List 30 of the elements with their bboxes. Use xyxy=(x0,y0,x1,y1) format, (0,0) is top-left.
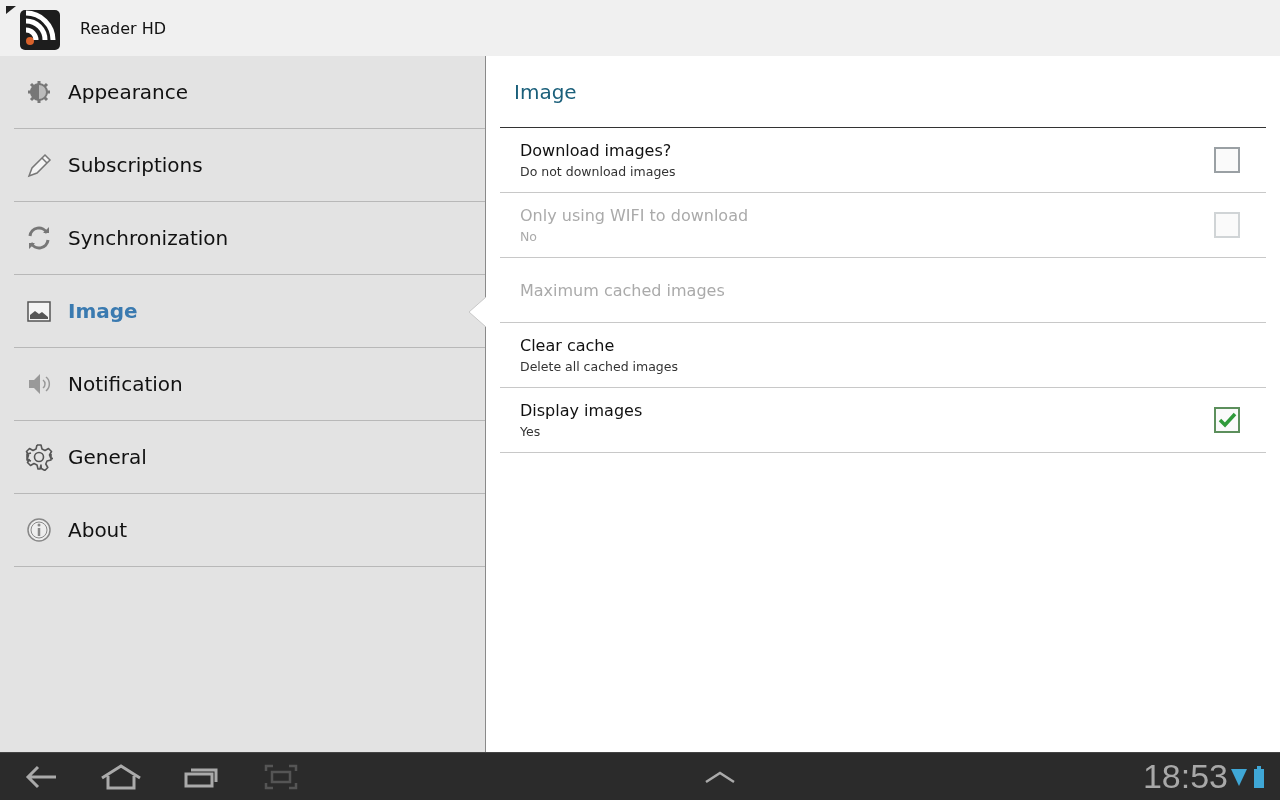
wifi-icon xyxy=(1230,766,1248,787)
sidebar-item[interactable]: About xyxy=(14,494,485,567)
appearance-icon xyxy=(25,78,53,106)
settings-icon xyxy=(25,443,53,471)
caret-up-icon[interactable] xyxy=(704,769,737,784)
sidebar-item[interactable]: Subscriptions xyxy=(14,129,485,202)
sidebar-item[interactable]: Image xyxy=(14,275,485,348)
setting-title: Clear cache xyxy=(520,336,616,355)
sidebar-item[interactable]: General xyxy=(14,421,485,494)
setting-title: Download images? xyxy=(520,141,673,160)
app-title: Reader HD xyxy=(80,18,167,38)
setting-title: Only using WIFI to download xyxy=(520,206,750,225)
setting-summary: Yes xyxy=(520,424,542,439)
sidebar-item[interactable]: Appearance xyxy=(14,56,485,129)
checkbox[interactable] xyxy=(1214,407,1240,433)
setting-summary: No xyxy=(520,229,538,244)
rss-logo-icon xyxy=(6,6,60,50)
setting-summary: Do not download images xyxy=(520,164,677,179)
checkbox[interactable] xyxy=(1214,147,1240,173)
setting-title: Maximum cached images xyxy=(520,280,726,300)
section-title: Image xyxy=(500,56,1266,128)
sidebar-item[interactable]: Synchronization xyxy=(14,202,485,275)
info-icon xyxy=(25,516,53,544)
sidebar-item[interactable]: Notification xyxy=(14,348,485,421)
setting-summary: Delete all cached images xyxy=(520,359,679,374)
battery-icon xyxy=(1254,765,1264,788)
pencil-icon xyxy=(25,151,53,179)
clock-time: 18:53 xyxy=(1142,757,1228,796)
setting-title: Display images xyxy=(520,401,644,420)
selection-pointer-icon xyxy=(468,297,486,327)
